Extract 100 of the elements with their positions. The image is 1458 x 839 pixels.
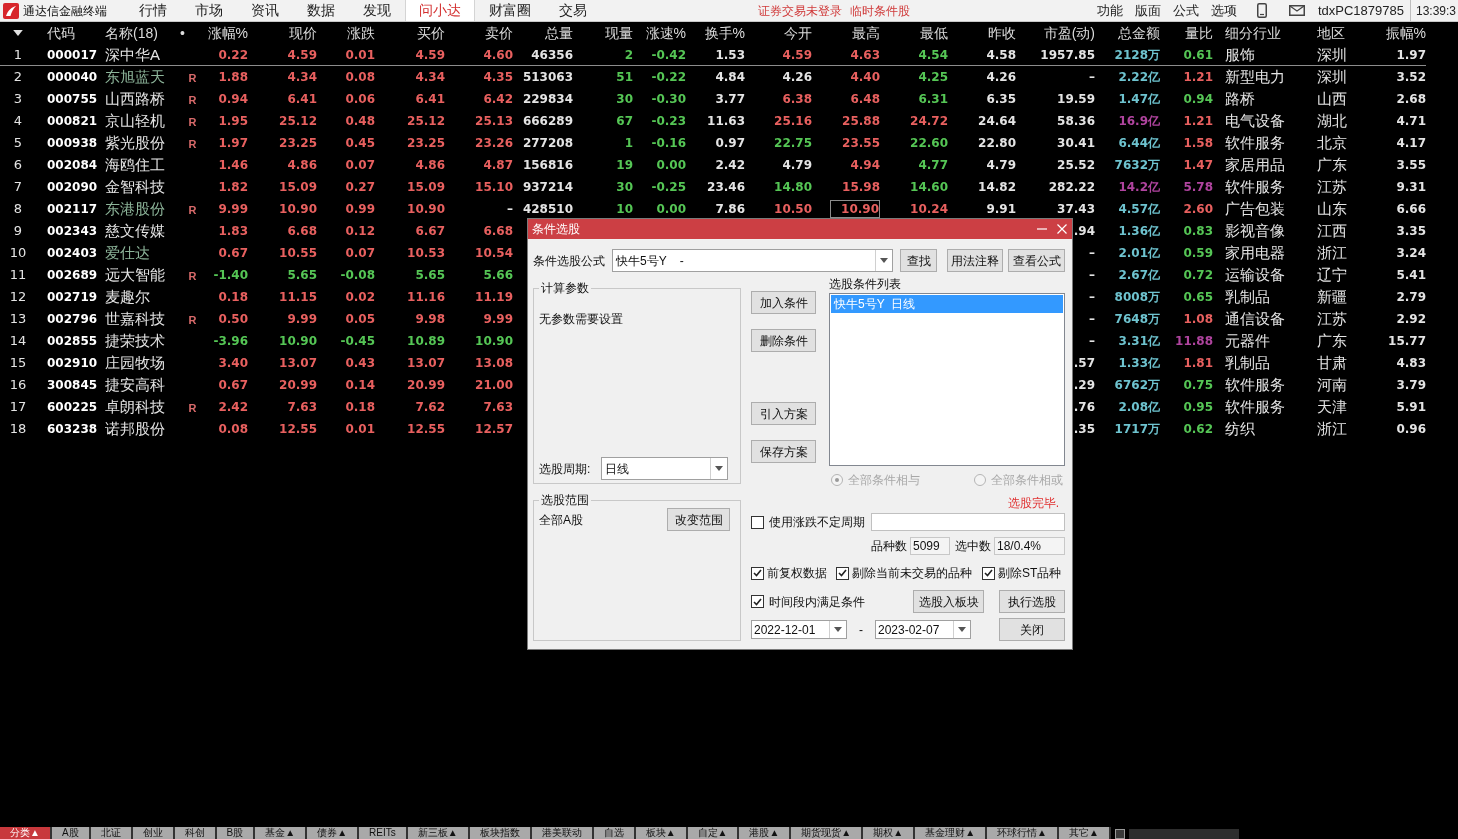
menu-tab[interactable]: 发现 [349, 0, 405, 21]
table-cell: 1.82 [218, 178, 248, 195]
table-row[interactable]: 11 002689 远大智能 R -1.40 5.65 -0.08 5.65 5.66 [0, 264, 513, 286]
menu-tab[interactable]: 数据 [293, 0, 349, 21]
column-header[interactable]: 市盈(动) [1043, 24, 1095, 42]
column-header[interactable]: • [180, 24, 185, 42]
sheet-tab[interactable]: B股 [216, 827, 256, 839]
dialog-button[interactable]: 查看公式 [1008, 249, 1065, 272]
menu-tab[interactable]: 市场 [181, 0, 237, 21]
sheet-tab[interactable]: 自定▲ [687, 827, 740, 839]
column-header[interactable]: 涨跌 [347, 24, 375, 42]
table-row[interactable]: 12 002719 麦趣尔 0.18 11.15 0.02 11.16 11.19 [0, 286, 513, 308]
period-dropdown[interactable]: 日线 [601, 457, 728, 480]
sheet-tab[interactable]: 分类▲ [0, 827, 52, 839]
column-header[interactable]: 昨收 [988, 24, 1016, 42]
menu-tab[interactable]: 财富圈 [475, 0, 545, 21]
sheet-tab[interactable]: 自选 [593, 827, 636, 839]
table-row[interactable]: 7 002090 金智科技 1.82 15.09 0.27 15.09 15.10 [0, 176, 513, 198]
phone-icon[interactable] [1256, 3, 1267, 18]
column-header[interactable]: 涨幅% [207, 24, 248, 42]
dialog-button[interactable]: 改变范围 [667, 508, 730, 531]
sheet-tab[interactable]: 基金理财▲ [915, 827, 988, 839]
column-header[interactable]: 换手% [704, 24, 745, 42]
dialog-button[interactable]: 查找 [900, 249, 937, 272]
sheet-tab[interactable]: 港美联动 [531, 827, 594, 839]
column-header[interactable]: 细分行业 [1225, 24, 1281, 42]
column-header[interactable]: 今开 [784, 24, 812, 42]
column-header[interactable]: 振幅% [1385, 24, 1426, 42]
checkbox[interactable] [751, 566, 764, 580]
menu-item[interactable]: 公式 [1172, 3, 1199, 18]
menu-item[interactable]: 选项 [1210, 3, 1237, 18]
column-header[interactable]: 涨速% [645, 24, 686, 42]
dialog-button[interactable]: 删除条件 [751, 329, 816, 352]
checkbox[interactable] [836, 566, 849, 580]
checkbox[interactable] [982, 566, 995, 580]
dialog-button[interactable]: 引入方案 [751, 402, 816, 425]
column-header[interactable]: 量比 [1185, 24, 1213, 42]
table-row[interactable]: 5 000938 紫光股份 R 1.97 23.25 0.45 23.25 23.26 [0, 132, 513, 154]
table-row[interactable]: 10 002403 爱仕达 0.67 10.55 0.07 10.53 10.54 [0, 242, 513, 264]
column-header[interactable]: 现量 [605, 24, 633, 42]
checkbox[interactable] [751, 595, 764, 608]
date-field[interactable]: 2023-02-07 [875, 620, 971, 639]
table-row[interactable]: 15 002910 庄园牧场 3.40 13.07 0.43 13.07 13.08 [0, 352, 513, 374]
scroll-button[interactable] [1114, 829, 1125, 839]
menu-tab[interactable]: 资讯 [237, 0, 293, 21]
input-field[interactable] [871, 513, 1065, 531]
envelope-icon[interactable] [1288, 5, 1305, 16]
sheet-tab[interactable]: 科创 [174, 827, 217, 839]
column-header[interactable]: 最高 [852, 24, 880, 42]
sheet-tab[interactable]: 北证 [90, 827, 133, 839]
table-row[interactable]: 1 000017 深中华A 0.22 4.59 0.01 4.59 4.60 [0, 44, 513, 66]
scrollbar-track[interactable] [1128, 829, 1239, 839]
table-row[interactable]: 8 002117 东港股份 R 9.99 10.90 0.99 10.90 – [0, 198, 513, 220]
dialog-button[interactable]: 加入条件 [751, 291, 816, 314]
table-row[interactable]: 3 000755 山西路桥 R 0.94 6.41 0.06 6.41 6.42 [0, 88, 513, 110]
dialog-button[interactable]: 执行选股 [999, 590, 1065, 613]
sheet-tab[interactable]: A股 [51, 827, 91, 839]
sheet-tab[interactable]: 港股▲ [739, 827, 792, 839]
sheet-tab[interactable]: 新三板▲ [407, 827, 470, 839]
column-header[interactable]: 卖价 [485, 24, 513, 42]
column-header[interactable]: 名称(18) [105, 24, 158, 42]
table-row[interactable]: 16 300845 捷安高科 0.67 20.99 0.14 20.99 21.00 [0, 374, 513, 396]
menu-item[interactable]: 版面 [1134, 3, 1161, 18]
sheet-tab[interactable]: 其它▲ [1059, 827, 1111, 839]
sheet-tab[interactable]: 环球行情▲ [987, 827, 1059, 839]
close-button[interactable]: 关闭 [999, 618, 1065, 641]
dialog-button[interactable]: 用法注释 [947, 249, 1003, 272]
menu-tab[interactable]: 交易 [545, 0, 601, 21]
sheet-tab[interactable]: 板块▲ [635, 827, 688, 839]
table-row[interactable]: 6 002084 海鸥住工 1.46 4.86 0.07 4.86 4.87 [0, 154, 513, 176]
dialog-button[interactable]: 保存方案 [751, 440, 816, 463]
table-row[interactable]: 9 002343 慈文传媒 1.83 6.68 0.12 6.67 6.68 [0, 220, 513, 242]
column-header[interactable]: 买价 [417, 24, 445, 42]
sheet-tab[interactable]: REITs [359, 827, 408, 839]
checkbox[interactable] [751, 515, 764, 529]
table-row[interactable]: 2 000040 东旭蓝天 R 1.88 4.34 0.08 4.34 4.35 [0, 66, 513, 88]
column-header[interactable]: 地区 [1317, 24, 1345, 42]
sheet-tab[interactable]: 板块指数 [469, 827, 532, 839]
user-id[interactable]: tdxPC1879785 [1317, 3, 1404, 18]
sheet-tab[interactable]: 基金▲ [255, 827, 308, 839]
table-row[interactable]: 14 002855 捷荣技术 -3.96 10.90 -0.45 10.89 10.90 [0, 330, 513, 352]
table-row[interactable]: 4 000821 京山轻机 R 1.95 25.12 0.48 25.12 25.13 [0, 110, 513, 132]
menu-item[interactable]: 功能 [1096, 3, 1123, 18]
sheet-tab[interactable]: 期权▲ [863, 827, 916, 839]
sheet-tab[interactable]: 债券▲ [307, 827, 360, 839]
date-field[interactable]: 2022-12-01 [751, 620, 847, 639]
table-row[interactable]: 13 002796 世嘉科技 R 0.50 9.99 0.05 9.98 9.99 [0, 308, 513, 330]
menu-tab[interactable]: 问小达 [405, 0, 475, 21]
menu-tab[interactable]: 行情 [125, 0, 181, 21]
column-header[interactable]: 总金额 [1118, 24, 1160, 42]
column-header[interactable]: 最低 [920, 24, 948, 42]
table-row[interactable]: 17 600225 卓朗科技 R 2.42 7.63 0.18 7.62 7.63 [0, 396, 513, 418]
column-header[interactable]: 现价 [289, 24, 317, 42]
sheet-tab[interactable]: 期货现货▲ [791, 827, 864, 839]
column-header[interactable]: 总量 [545, 24, 573, 42]
sheet-tab[interactable]: 创业 [132, 827, 175, 839]
dialog-button[interactable]: 选股入板块 [913, 590, 984, 613]
formula-dropdown[interactable]: 快牛5号Y - [612, 249, 893, 272]
column-header[interactable]: 代码 [47, 24, 75, 42]
table-row[interactable]: 18 603238 诺邦股份 0.08 12.55 0.01 12.55 12.57 [0, 418, 513, 440]
